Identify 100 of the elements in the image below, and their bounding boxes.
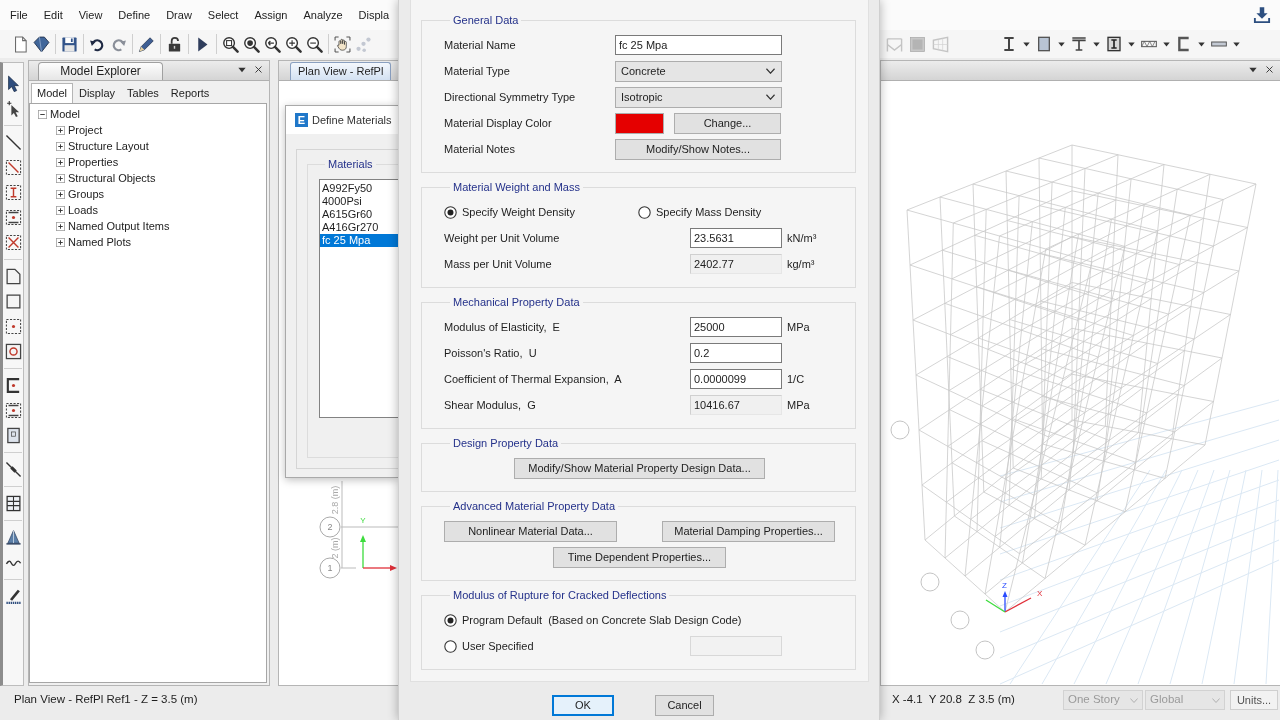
tree-item[interactable]: Model xyxy=(50,107,80,121)
download-icon[interactable] xyxy=(1253,6,1271,24)
plus-box-icon[interactable] xyxy=(56,125,65,135)
zoom-icon[interactable] xyxy=(243,35,260,53)
caret-icon[interactable] xyxy=(238,66,246,73)
dialog-button[interactable]: Cancel xyxy=(655,695,714,716)
channel-dot-icon[interactable] xyxy=(4,377,22,394)
zoom-out-icon[interactable] xyxy=(306,35,323,53)
plus-box-icon[interactable] xyxy=(56,205,65,215)
radio-icon[interactable] xyxy=(444,205,457,219)
notes-button[interactable]: Modify/Show Notes... xyxy=(615,138,781,160)
caret-icon[interactable] xyxy=(1023,41,1030,47)
menu-item[interactable]: Assign xyxy=(254,8,288,22)
tab[interactable]: Tables xyxy=(121,83,165,103)
rectangle-section-icon[interactable] xyxy=(1036,36,1052,52)
list-item[interactable]: 4000Psi xyxy=(320,195,398,208)
menu-item[interactable]: Select xyxy=(207,8,239,22)
grid-icon[interactable] xyxy=(4,495,22,512)
dots-icon[interactable] xyxy=(355,35,372,53)
text-field[interactable]: 23.5631 xyxy=(690,228,782,248)
menu-item[interactable]: Displa xyxy=(358,8,390,22)
small-square-icon[interactable] xyxy=(4,427,22,444)
dialog-button[interactable]: Time Dependent Properties... xyxy=(553,546,726,568)
menu-item[interactable]: File xyxy=(10,8,28,22)
caret-icon[interactable] xyxy=(1058,41,1065,47)
boxed-dot-icon[interactable] xyxy=(4,209,22,226)
dialog-button[interactable]: Nonlinear Material Data... xyxy=(444,520,617,542)
tree-item[interactable]: Loads xyxy=(68,203,98,217)
list-item[interactable]: A416Gr270 xyxy=(320,221,398,234)
dashed-x-icon[interactable] xyxy=(4,234,22,251)
text-field[interactable]: 2402.77 xyxy=(690,254,782,274)
line-icon[interactable] xyxy=(4,134,22,151)
i-beam-icon[interactable] xyxy=(1001,36,1017,52)
plus-box-icon[interactable] xyxy=(56,221,65,231)
ring-square-icon[interactable] xyxy=(4,343,22,360)
zoom-back-icon[interactable] xyxy=(264,35,281,53)
dropdown[interactable]: Concrete xyxy=(615,60,782,82)
boxed-dot-icon[interactable] xyxy=(4,402,22,419)
tree-item[interactable]: Named Output Items xyxy=(68,219,170,233)
radio-option[interactable]: Program Default (Based on Concrete Slab Design Code) xyxy=(444,611,742,629)
radio-icon[interactable] xyxy=(444,639,457,653)
pen-ruler-icon[interactable] xyxy=(4,588,22,605)
plus-box-icon[interactable] xyxy=(56,141,65,151)
tree-item[interactable]: Named Plots xyxy=(68,235,131,249)
menu-item[interactable]: Draw xyxy=(166,8,192,22)
plus-box-icon[interactable] xyxy=(56,157,65,167)
dropdown[interactable]: Isotropic xyxy=(615,86,782,108)
close-icon[interactable] xyxy=(1265,65,1274,74)
tree-item[interactable]: Project xyxy=(68,123,103,137)
menu-item[interactable]: Define xyxy=(118,8,151,22)
radio-option[interactable]: User Specified xyxy=(444,637,690,655)
caret-icon[interactable] xyxy=(1093,41,1100,47)
tab[interactable]: Reports xyxy=(164,83,216,103)
square-icon[interactable] xyxy=(4,293,22,310)
menu-item[interactable]: Edit xyxy=(43,8,63,22)
menu-item[interactable]: View xyxy=(78,8,103,22)
caret-icon[interactable] xyxy=(1128,41,1135,47)
minus-box-icon[interactable] xyxy=(38,109,47,119)
tab[interactable]: Model xyxy=(31,83,73,103)
text-field[interactable]: 25000 xyxy=(690,317,782,337)
radio-option[interactable]: Specify Mass Density xyxy=(638,203,832,221)
dialog-button[interactable]: OK xyxy=(552,695,614,716)
text-field[interactable]: fc 25 Mpa xyxy=(615,35,782,55)
list-item[interactable]: A615Gr60 xyxy=(320,208,398,221)
tee-section-icon[interactable] xyxy=(1071,36,1087,52)
text-field[interactable]: 0.2 xyxy=(690,343,782,363)
caret-icon[interactable] xyxy=(1198,41,1205,47)
caret-icon[interactable] xyxy=(1233,41,1240,47)
dashed-line-icon[interactable] xyxy=(4,159,22,176)
plus-box-icon[interactable] xyxy=(56,173,65,183)
units-button[interactable]: Units... xyxy=(1230,690,1278,710)
caret-icon[interactable] xyxy=(1249,66,1257,73)
cone-icon[interactable] xyxy=(4,529,22,546)
hand-icon[interactable] xyxy=(334,35,351,53)
list-item[interactable]: fc 25 Mpa xyxy=(320,234,398,247)
tree-item[interactable]: Structure Layout xyxy=(68,139,149,153)
view-tab[interactable]: Plan View - RefPl xyxy=(290,62,392,80)
channel-icon[interactable] xyxy=(1176,36,1192,52)
plus-box-icon[interactable] xyxy=(56,189,65,199)
save-icon[interactable] xyxy=(61,35,78,53)
text-field[interactable]: 0.0000099 xyxy=(690,369,782,389)
radio-icon[interactable] xyxy=(444,613,457,627)
pencil-icon[interactable] xyxy=(138,35,155,53)
close-icon[interactable] xyxy=(254,65,263,74)
dialog-button[interactable]: Modify/Show Material Property Design Data... xyxy=(514,457,765,479)
lock-icon[interactable] xyxy=(166,35,183,53)
radio-option[interactable]: Specify Weight Density xyxy=(444,203,638,221)
new-file-icon[interactable] xyxy=(12,35,29,53)
diamond-icon[interactable] xyxy=(33,35,50,53)
boxed-i-icon[interactable] xyxy=(1106,36,1122,52)
caret-icon[interactable] xyxy=(1163,41,1170,47)
plus-box-icon[interactable] xyxy=(56,237,65,247)
tab[interactable]: Display xyxy=(72,83,122,103)
dashed-i-icon[interactable] xyxy=(4,184,22,201)
list-item[interactable]: A992Fy50 xyxy=(320,182,398,195)
menu-item[interactable]: Analyze xyxy=(303,8,343,22)
zoom-box-icon[interactable] xyxy=(222,35,239,53)
tree-item[interactable]: Properties xyxy=(68,155,119,169)
tree-item[interactable]: Groups xyxy=(68,187,105,201)
zoom-in-icon[interactable] xyxy=(285,35,302,53)
